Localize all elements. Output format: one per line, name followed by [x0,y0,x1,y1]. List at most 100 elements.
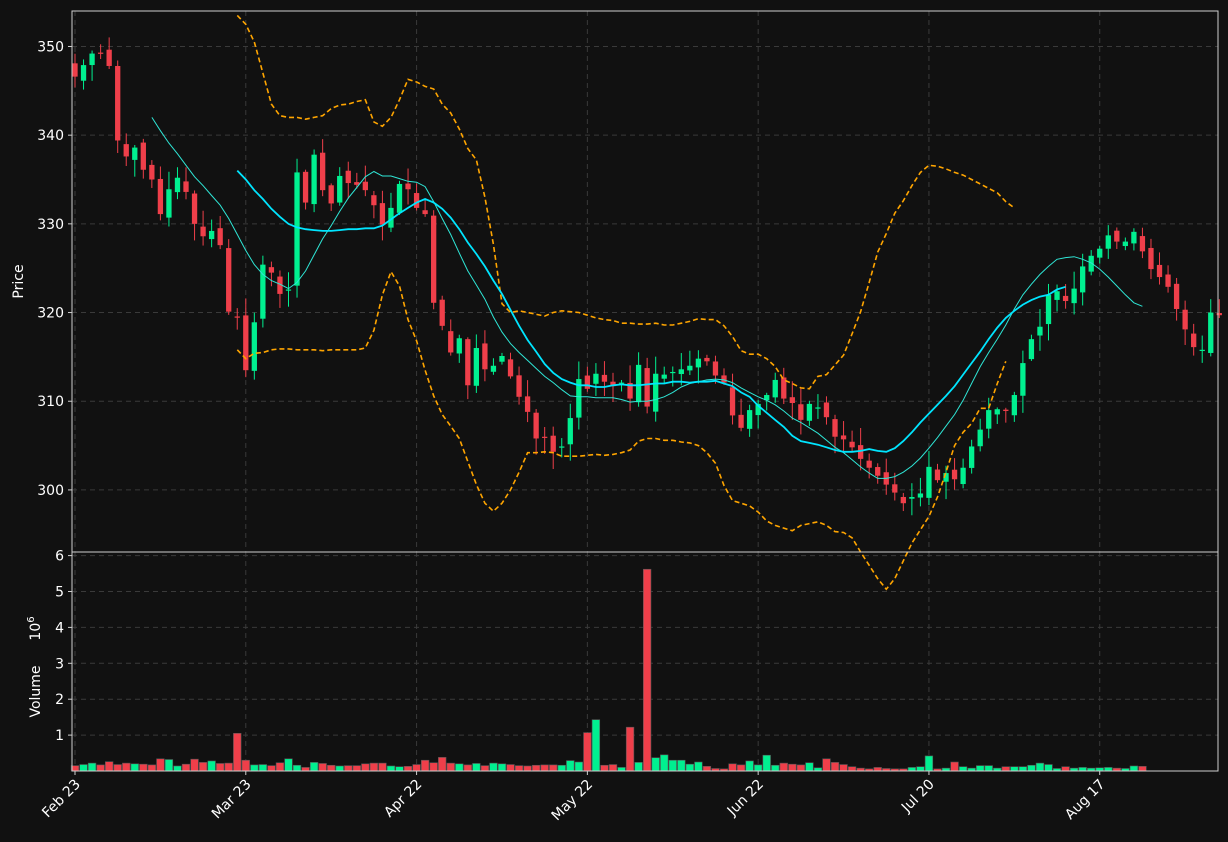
candle-body [806,403,813,421]
candle-body [951,469,958,480]
volume-bar [1001,766,1010,772]
volume-bar [156,758,165,772]
candle-body [695,358,702,368]
volume-tick-label: 2 [55,692,64,708]
candle-body [311,154,317,205]
volume-bar [924,755,934,772]
lower-band-line [236,269,1007,591]
volume-bar [87,762,97,772]
candle-body [533,412,539,439]
volume-bar [378,762,387,772]
candle-body [661,374,667,379]
volume-bar [830,762,840,772]
candle-body [559,446,565,448]
candle-body [285,289,292,291]
volume-bar [591,719,601,772]
candlestick-series [72,37,1222,516]
volume-bar [1138,766,1147,772]
candle-body [977,429,983,447]
candle-body [1037,326,1043,336]
candle-body [268,267,275,273]
candle-body [413,193,420,208]
candle-body [567,418,573,445]
volume-bar [489,762,498,772]
volume-bar [173,765,182,772]
candle-body [379,203,386,225]
volume-bar [617,767,626,772]
volume-bar [327,764,336,772]
volume-bar [574,761,583,772]
indicator-overlays [151,14,1143,591]
volume-bar [958,766,968,772]
volume-bar [506,764,515,772]
candle-body [337,175,343,203]
volume-bar [190,758,199,772]
volume-bar [472,763,481,772]
volume-bar [950,761,959,772]
volume-bar [105,761,114,772]
candle-body [1062,295,1069,302]
volume-bar [771,764,780,772]
volume-bar [907,767,917,772]
date-x-axis: Feb 23 Mar 23 Apr 22 May 22 Jun 22 Jul 20 Aug … [39,771,1109,824]
volume-bar [1129,765,1139,772]
volume-bar [668,759,677,772]
candle-body [1122,241,1129,247]
candle-body [89,53,95,66]
candle-body [80,65,87,81]
candle-body [1156,264,1163,278]
candle-body [482,343,488,370]
volume-bar [625,726,635,772]
volume-bar [728,763,737,772]
volume-bar [309,762,319,772]
candle-body [721,375,727,383]
candle-body [1208,312,1214,353]
volume-bar [497,763,507,772]
volume-y-axis: 1 2 3 4 5 6 [55,549,72,744]
price-tick-label: 350 [37,39,64,55]
candle-body [729,387,736,416]
volume-bar [984,765,993,772]
volume-tick-label: 5 [55,584,64,600]
fast-moving-average-line [151,117,1143,479]
candle-body [243,315,249,371]
volume-unit-label: 106 [26,616,44,640]
candle-body [473,348,480,386]
volume-bar [403,766,413,772]
candle-body [1182,309,1188,330]
candle-body [431,215,437,303]
volume-tick-label: 1 [55,728,64,744]
volume-bar [1010,766,1019,772]
candle-body [226,248,232,312]
candle-body [1045,294,1052,325]
volume-bar [438,757,447,772]
candle-body [251,322,257,371]
volume-bar [608,764,618,772]
candle-body [422,210,428,215]
volume-bar [429,762,438,772]
volume-bar [207,760,216,772]
volume-bar [198,762,208,772]
candle-body [217,228,223,246]
candle-body [166,189,172,218]
candle-body [106,49,112,66]
volume-bar [79,764,88,772]
date-tick-label: Jun 22 [724,777,767,820]
candle-body [892,484,898,493]
candle-body [123,144,129,157]
candle-body [157,178,164,215]
candle-body [174,177,181,193]
candle-body [593,373,599,384]
volume-bar [847,766,857,772]
candle-body [132,147,138,160]
volume-bar [1061,766,1070,772]
candle-body [994,409,1000,415]
volume-bar [805,762,814,772]
candle-body [601,374,608,382]
price-tick-label: 300 [37,483,64,499]
candle-body [986,410,992,429]
candle-body [1191,333,1197,348]
candle-body [302,171,309,203]
candle-body [319,152,326,191]
volume-bar [292,764,302,772]
